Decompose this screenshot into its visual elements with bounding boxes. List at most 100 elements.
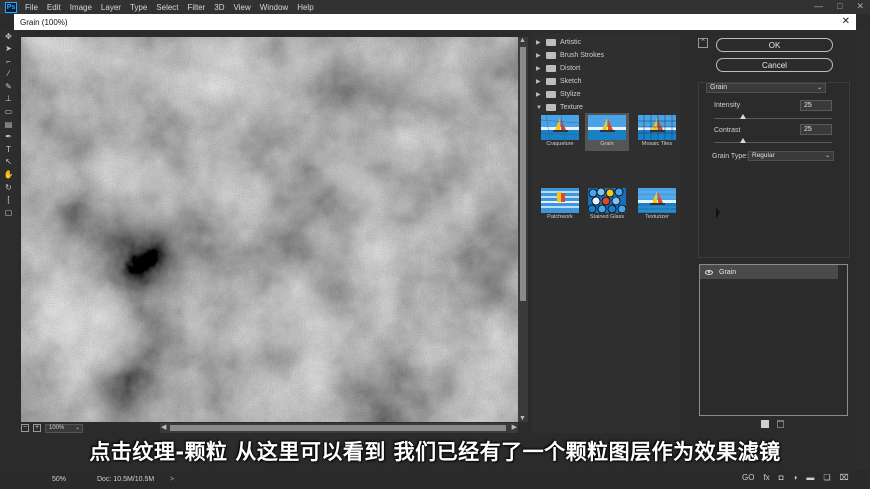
folder-texture[interactable]: ▼ Texture: [536, 102, 583, 113]
intensity-slider[interactable]: [714, 118, 832, 119]
chevron-down-icon: ⌄: [74, 424, 80, 431]
filter-select[interactable]: Grain ⌄: [706, 83, 826, 93]
eraser-icon[interactable]: ▭: [0, 106, 17, 118]
menu-image[interactable]: Image: [70, 3, 92, 12]
intensity-input[interactable]: 25: [800, 100, 832, 111]
eyedropper-icon[interactable]: ⁄: [0, 68, 17, 80]
path-select-icon[interactable]: ↖: [0, 156, 17, 168]
vertical-scroll-thumb[interactable]: [520, 47, 526, 301]
screen-mode-icon[interactable]: ▢: [0, 206, 17, 218]
gradient-icon[interactable]: ▤: [0, 118, 17, 130]
brush-icon[interactable]: ✎: [0, 80, 17, 92]
gallery-scrollbar[interactable]: [680, 33, 690, 433]
menu-layer[interactable]: Layer: [101, 3, 121, 12]
preview-zoom-controls: − + 100% ⌄: [21, 423, 83, 433]
contrast-label: Contrast: [714, 127, 741, 134]
filter-thumb-mosaic-tiles[interactable]: Mosaic Tiles: [635, 113, 679, 151]
pen-icon[interactable]: ✒: [0, 131, 17, 143]
filter-thumb-grain[interactable]: Grain: [585, 113, 629, 151]
menu-edit[interactable]: Edit: [47, 3, 61, 12]
folder-icon[interactable]: ▬: [806, 473, 814, 482]
scroll-up-icon[interactable]: ▲: [519, 37, 526, 44]
menu-3d[interactable]: 3D: [214, 3, 224, 12]
folder-label: Distort: [560, 65, 581, 72]
move-tool-icon[interactable]: ✥: [0, 30, 17, 42]
folder-sketch[interactable]: ▶ Sketch: [536, 76, 581, 87]
status-menu-arrow[interactable]: >: [170, 476, 174, 483]
filter-preview-canvas[interactable]: [21, 37, 518, 422]
menu-help[interactable]: Help: [297, 3, 313, 12]
horizontal-scroll-thumb[interactable]: [170, 425, 506, 431]
type-icon[interactable]: T: [0, 143, 17, 155]
filter-thumb-label: Craquelure: [546, 141, 574, 147]
contrast-slider-thumb[interactable]: [740, 138, 746, 143]
folder-label: Texture: [560, 104, 583, 111]
filter-thumb-label: Stained Glass: [589, 214, 625, 220]
contrast-slider[interactable]: [714, 142, 832, 143]
contrast-input[interactable]: 25: [800, 124, 832, 135]
stamp-icon[interactable]: ⊥: [0, 93, 17, 105]
minimize-icon[interactable]: —: [814, 1, 823, 12]
window-controls: — □ ✕: [814, 1, 864, 12]
menu-type[interactable]: Type: [130, 3, 147, 12]
menu-view[interactable]: View: [234, 3, 251, 12]
filter-thumb-label: Texturizer: [645, 214, 669, 220]
close-window-icon[interactable]: ✕: [856, 1, 864, 12]
effect-layer-name: Grain: [719, 268, 737, 276]
ok-button[interactable]: OK: [716, 38, 833, 52]
visibility-eye-icon[interactable]: [705, 269, 713, 275]
filter-thumb-craquelure[interactable]: Craquelure: [538, 113, 582, 151]
new-effect-layer-icon[interactable]: [761, 420, 769, 428]
zoom-level-select[interactable]: 100% ⌄: [45, 423, 83, 433]
cancel-button[interactable]: Cancel: [716, 58, 833, 72]
effect-layer-grain[interactable]: Grain: [700, 265, 838, 279]
mask-icon[interactable]: ◘: [779, 473, 784, 482]
layers-panel-buttons: GO fx ◘ ◑ ▬ ❏ ⌧: [742, 473, 849, 482]
new-layer-icon[interactable]: ❏: [823, 473, 830, 482]
clouds-preview-image: [21, 37, 518, 422]
scroll-down-icon[interactable]: ▼: [519, 415, 526, 422]
menu-file[interactable]: File: [25, 3, 38, 12]
folder-brush-strokes[interactable]: ▶ Brush Strokes: [536, 50, 604, 61]
video-subtitle: 点击纹理-颗粒 从这里可以看到 我们已经有了一个颗粒图层作为效果滤镜: [89, 440, 781, 464]
trash-icon[interactable]: ⌧: [840, 473, 849, 482]
menu-bar: Ps File Edit Image Layer Type Select Fil…: [0, 0, 870, 14]
maximize-icon[interactable]: □: [837, 1, 842, 12]
zoom-in-button[interactable]: +: [33, 424, 41, 432]
menu-filter[interactable]: Filter: [188, 3, 206, 12]
preview-vertical-scrollbar[interactable]: ▲ ▼: [518, 37, 528, 422]
menu-window[interactable]: Window: [260, 3, 288, 12]
dialog-close-icon[interactable]: ✕: [842, 16, 850, 27]
menu-select[interactable]: Select: [156, 3, 178, 12]
link-icon[interactable]: GO: [742, 473, 754, 482]
lasso-icon[interactable]: ➤: [0, 43, 17, 55]
mouse-cursor-icon: [716, 208, 720, 219]
quick-mask-icon[interactable]: [: [0, 194, 17, 206]
hand-icon[interactable]: ✋: [0, 169, 17, 181]
folder-artistic[interactable]: ▶ Artistic: [536, 37, 581, 48]
fx-icon[interactable]: fx: [763, 473, 769, 482]
folder-distort[interactable]: ▶ Distort: [536, 63, 580, 74]
collapse-gallery-button[interactable]: ⌃: [698, 38, 708, 48]
scroll-right-icon[interactable]: ▶: [512, 423, 517, 431]
zoom-out-button[interactable]: −: [21, 424, 29, 432]
preview-horizontal-scrollbar[interactable]: ◀ ▶: [160, 423, 518, 433]
stained-glass-thumbnail: [588, 188, 626, 213]
filter-thumb-stained-glass[interactable]: Stained Glass: [585, 186, 629, 224]
scroll-left-icon[interactable]: ◀: [161, 423, 166, 431]
grain-type-select[interactable]: Regular ⌄: [748, 151, 834, 161]
intensity-slider-thumb[interactable]: [740, 114, 746, 119]
filter-thumb-texturizer[interactable]: Texturizer: [635, 186, 679, 224]
expand-arrow-icon: ▶: [536, 40, 541, 46]
filter-thumb-patchwork[interactable]: Patchwork: [538, 186, 582, 224]
rotate-icon[interactable]: ↻: [0, 181, 17, 193]
patchwork-thumbnail: [541, 188, 579, 213]
crop-icon[interactable]: ⌐: [0, 55, 17, 67]
folder-stylize[interactable]: ▶ Stylize: [536, 89, 581, 100]
adjustment-icon[interactable]: ◑: [793, 473, 798, 482]
tools-panel: ✥ ➤ ⌐ ⁄ ✎ ⊥ ▭ ▤ ✒ T ↖ ✋ ↻ [ ▢: [0, 30, 17, 280]
filter-select-value: Grain: [710, 84, 728, 91]
chevron-down-icon: ⌄: [824, 153, 830, 159]
folder-icon: [546, 65, 556, 72]
delete-effect-layer-icon[interactable]: [777, 420, 784, 428]
